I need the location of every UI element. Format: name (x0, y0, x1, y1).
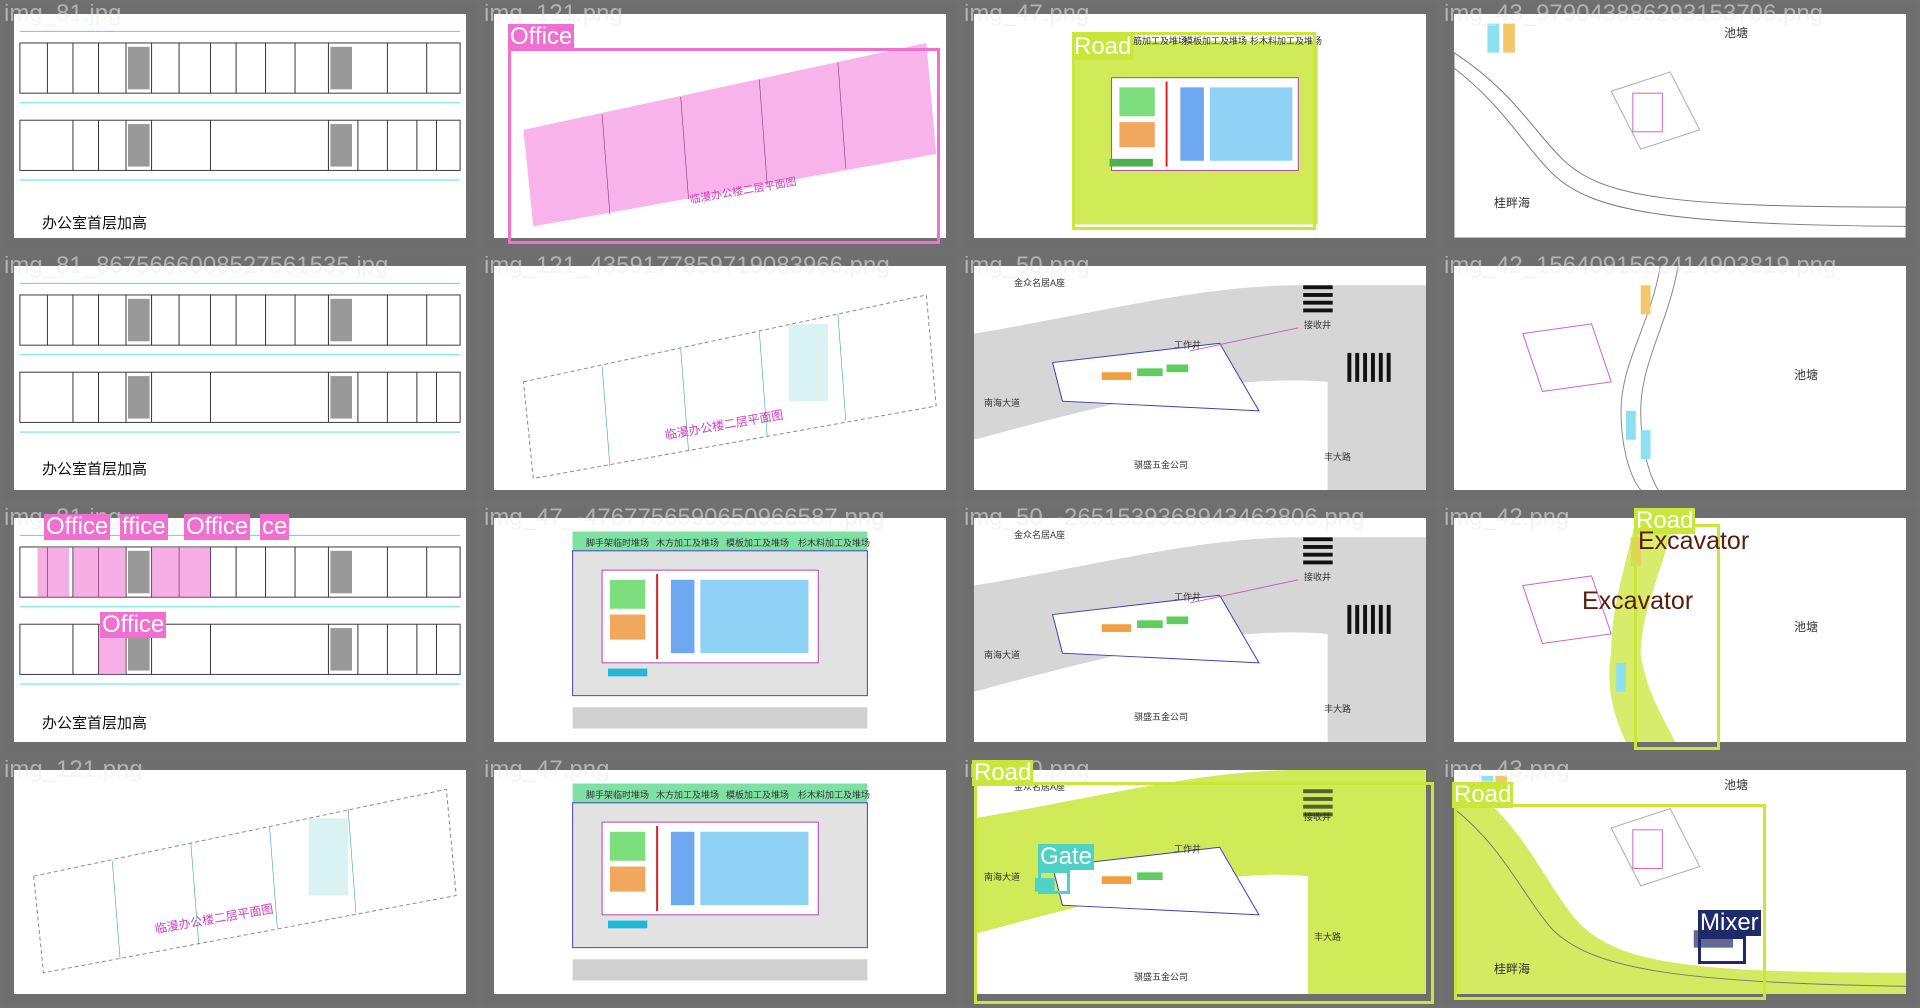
tile-7[interactable]: 金众名居A座 接收井 工作井 南海大道 丰大路 骐盛五金公司 img_50.pn… (960, 252, 1440, 504)
building-text: 金众名居A座 (1014, 530, 1066, 540)
tile-16[interactable]: 池塘 桂畔海 Road Mixer img_43.png (1440, 756, 1920, 1008)
office-label-2: ffice (120, 513, 168, 540)
tile-9[interactable]: 办公室首层加高 Office ffice Office ce Office im… (0, 504, 480, 756)
gate-label: Gate (1038, 843, 1095, 870)
tile-13[interactable]: 临漫办公楼二层平面图 img_121.png (0, 756, 480, 1008)
plan-caption: 办公室首层加高 (42, 215, 148, 232)
office-label: Office (508, 23, 575, 50)
office-plan-image: 临漫办公楼二层平面图 (14, 770, 466, 994)
pond-text: 池塘 (1724, 778, 1749, 792)
tile-3[interactable]: 钢筋加工及堆场 模板加工及堆场 杉木料加工及堆场 Road img_47.png (960, 0, 1440, 252)
floor-plan-image: 办公室首层加高 (14, 266, 466, 490)
well-1-text: 接收井 (1304, 320, 1332, 330)
road-label: Road (972, 759, 1034, 786)
tile-1[interactable]: 办公室首层加高 img_81.jpg (0, 0, 480, 252)
road-bounding-box (1454, 804, 1766, 1000)
intersection-image: 金众名居A座 接收井 工作井 南海大道 丰大路 骐盛五金公司 (974, 266, 1426, 490)
site-layout-image: 脚手架临时堆场 木方加工及堆场 模板加工及堆场 杉木料加工及堆场 (494, 770, 946, 994)
tile-5[interactable]: 办公室首层加高 img_81_8675666008527561535.jpg (0, 252, 480, 504)
well-1-text: 接收井 (1304, 572, 1332, 582)
office-label-4: ce (260, 513, 290, 540)
well-2-text: 工作井 (1174, 592, 1202, 602)
excavator-label-1: Excavator (1638, 527, 1750, 555)
cell-4: 杉木料加工及堆场 (798, 790, 871, 800)
road-plan-image: 池塘 (1454, 266, 1906, 490)
tile-6[interactable]: 临漫办公楼二层平面图 img_121_4359177859719083966.p… (480, 252, 960, 504)
office-label-1: Office (44, 513, 111, 540)
cell-1: 脚手架临时堆场 (586, 538, 650, 548)
road-1-text: 南海大道 (984, 650, 1021, 660)
road-plan-image: 池塘 桂畔海 (1454, 14, 1906, 238)
intersection-image: 金众名居A座 接收井 工作井 南海大道 丰大路 骐盛五金公司 (974, 518, 1426, 742)
floor-plan-image: 办公室首层加高 (14, 518, 466, 742)
tile-11[interactable]: 金众名居A座 接收井 工作井 南海大道 丰大路 骐盛五金公司 img_50_-2… (960, 504, 1440, 756)
plan-caption: 办公室首层加高 (42, 461, 148, 478)
office-bounding-box (508, 48, 940, 244)
cell-2: 木方加工及堆场 (656, 538, 720, 548)
road-2-text: 丰大路 (1324, 452, 1352, 462)
mixer-label: Mixer (1698, 909, 1761, 936)
road-bounding-box (1072, 32, 1316, 230)
plan-caption: 办公室首层加高 (42, 715, 148, 732)
company-text: 骐盛五金公司 (1134, 712, 1189, 722)
place-text: 桂畔海 (1494, 196, 1531, 210)
road-label: Road (1452, 781, 1514, 808)
pond-text: 池塘 (1724, 26, 1749, 40)
well-2-text: 工作井 (1174, 340, 1202, 350)
pond-text: 池塘 (1794, 620, 1819, 634)
tile-15[interactable]: 金众名居A座 接收井 工作井 南海大道 丰大路 骐盛五金公司 Road Gate… (960, 756, 1440, 1008)
cell-3: 模板加工及堆场 (726, 790, 790, 800)
cell-2: 木方加工及堆场 (656, 790, 720, 800)
excavator-label-2: Excavator (1582, 587, 1694, 615)
gate-bounding-box (1038, 870, 1070, 894)
tile-14[interactable]: 脚手架临时堆场 木方加工及堆场 模板加工及堆场 杉木料加工及堆场 img_47.… (480, 756, 960, 1008)
tile-12[interactable]: 池塘 Road Excavator Excavator img_42.png (1440, 504, 1920, 756)
building-text: 金众名居A座 (1014, 278, 1066, 288)
pond-text: 池塘 (1794, 368, 1819, 382)
tile-10[interactable]: 脚手架临时堆场 木方加工及堆场 模板加工及堆场 杉木料加工及堆场 img_47_… (480, 504, 960, 756)
road-2-text: 丰大路 (1324, 704, 1352, 714)
office-plan-image: 临漫办公楼二层平面图 (494, 266, 946, 490)
road-bounding-box (1634, 524, 1720, 750)
site-layout-image: 脚手架临时堆场 木方加工及堆场 模板加工及堆场 杉木料加工及堆场 (494, 518, 946, 742)
tile-2[interactable]: 临漫办公楼二层平面图 Office img_121.png (480, 0, 960, 252)
mixer-bounding-box (1698, 936, 1746, 964)
tile-8[interactable]: 池塘 img_42_1564091562414903819.png (1440, 252, 1920, 504)
floor-plan-image: 办公室首层加高 (14, 14, 466, 238)
cell-4: 杉木料加工及堆场 (798, 538, 871, 548)
office-label-5: Office (100, 611, 167, 638)
tile-4[interactable]: 池塘 桂畔海 img_43_979043886293153706.png (1440, 0, 1920, 252)
cell-3: 模板加工及堆场 (726, 538, 790, 548)
cell-1: 脚手架临时堆场 (586, 790, 650, 800)
office-label-3: Office (184, 513, 251, 540)
company-text: 骐盛五金公司 (1134, 460, 1189, 470)
road-1-text: 南海大道 (984, 398, 1021, 408)
road-label: Road (1072, 33, 1134, 60)
